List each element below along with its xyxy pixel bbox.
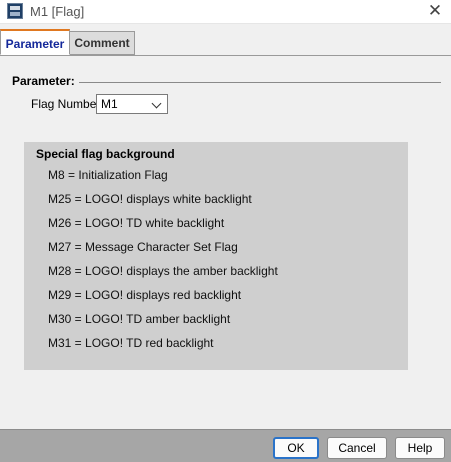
group-divider bbox=[78, 82, 441, 83]
special-flag-item: M31 = LOGO! TD red backlight bbox=[48, 336, 214, 350]
tab-comment[interactable]: Comment bbox=[70, 31, 135, 55]
special-flag-item: M25 = LOGO! displays white backlight bbox=[48, 192, 252, 206]
special-flag-item: M8 = Initialization Flag bbox=[48, 168, 168, 182]
title-bar: M1 [Flag] ✕ bbox=[0, 0, 451, 24]
flag-number-select[interactable]: M1 bbox=[96, 94, 168, 114]
tab-parameter[interactable]: Parameter bbox=[0, 29, 70, 55]
special-flag-heading: Special flag background bbox=[36, 147, 175, 161]
tab-bar: Parameter Comment bbox=[0, 29, 451, 56]
parameter-group-label: Parameter: bbox=[12, 74, 79, 88]
ok-button[interactable]: OK bbox=[273, 437, 319, 459]
special-flag-panel: Special flag background M8 = Initializat… bbox=[24, 142, 408, 370]
help-button[interactable]: Help bbox=[395, 437, 445, 459]
chevron-down-icon bbox=[151, 98, 162, 109]
logo-app-icon bbox=[7, 3, 23, 19]
cancel-button[interactable]: Cancel bbox=[327, 437, 387, 459]
close-icon[interactable]: ✕ bbox=[425, 1, 445, 21]
special-flag-item: M26 = LOGO! TD white backlight bbox=[48, 216, 225, 230]
special-flag-item: M29 = LOGO! displays red backlight bbox=[48, 288, 242, 302]
special-flag-item: M28 = LOGO! displays the amber backlight bbox=[48, 264, 278, 278]
special-flag-item: M30 = LOGO! TD amber backlight bbox=[48, 312, 231, 326]
flag-number-label: Flag Number: bbox=[31, 97, 104, 111]
window-title: M1 [Flag] bbox=[30, 4, 85, 19]
button-bar: OK Cancel Help bbox=[0, 429, 451, 462]
flag-number-value: M1 bbox=[101, 97, 118, 111]
special-flag-item: M27 = Message Character Set Flag bbox=[48, 240, 238, 254]
